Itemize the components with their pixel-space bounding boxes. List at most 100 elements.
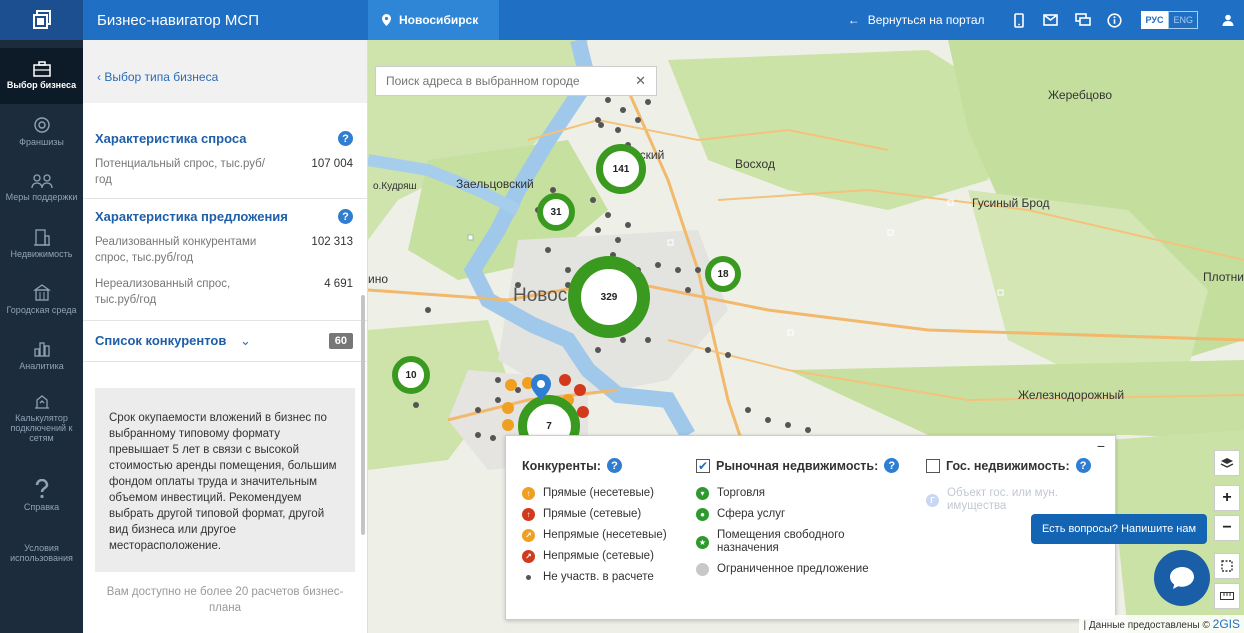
layers-button[interactable] xyxy=(1214,450,1240,476)
nav-business-choice[interactable]: Выбор бизнеса xyxy=(0,48,83,104)
chat-prompt[interactable]: Есть вопросы? Напишите нам xyxy=(1031,514,1207,544)
chat-open-button[interactable] xyxy=(1154,550,1210,606)
ruler-icon xyxy=(1220,592,1234,600)
calculation-limit-note: Вам доступно не более 20 расчетов бизнес… xyxy=(106,586,344,614)
legend-minimize-icon[interactable]: − xyxy=(1097,438,1105,454)
gov-object-icon: Г xyxy=(926,493,939,507)
layers-icon xyxy=(1220,458,1234,468)
competitor-indirect-chain-icon: ↗ xyxy=(522,550,535,563)
map-cluster[interactable]: 31 xyxy=(537,193,575,231)
market-estate-checkbox[interactable]: ✔ xyxy=(696,458,710,473)
mail-icon[interactable] xyxy=(1035,0,1067,40)
briefcase-icon xyxy=(32,61,51,77)
legend-item: ● Сфера услуг xyxy=(696,508,899,521)
chat-icon[interactable] xyxy=(1067,0,1099,40)
language-switch: РУС ENG xyxy=(1140,11,1198,29)
legend-item: Ограниченное предложение xyxy=(696,563,899,576)
area-select-button[interactable] xyxy=(1214,553,1240,579)
user-icon[interactable] xyxy=(1212,0,1244,40)
franchise-icon xyxy=(33,117,50,133)
location-marker-icon xyxy=(531,374,551,400)
nav-terms[interactable]: Условия использования xyxy=(0,524,83,564)
area-select-icon xyxy=(1221,560,1233,572)
legend-item: ↗ Непрямые (несетевые) xyxy=(522,529,667,542)
map-cluster[interactable]: 18 xyxy=(705,256,741,292)
city-icon xyxy=(32,284,51,301)
nav-real-estate[interactable]: Недвижимость xyxy=(0,216,83,272)
nav-network-calculator[interactable]: Калькулятор подключений к сетям xyxy=(0,384,83,454)
competitor-indirect-icon: ↗ xyxy=(522,529,535,542)
lang-ru-button[interactable]: РУС xyxy=(1140,11,1169,29)
place-label: о.Кудряш xyxy=(373,181,417,192)
map-legend: − Конкуренты:? ↑ Прямые (несетевые) ↑ Прям… xyxy=(505,435,1116,620)
place-label: Восход xyxy=(735,157,775,171)
panel-scrollbar[interactable] xyxy=(361,295,365,535)
legend-item: Г Объект гос. или мун. имущества xyxy=(926,487,1091,513)
help-icon[interactable]: ? xyxy=(1075,458,1091,473)
nav-support[interactable]: Меры поддержки xyxy=(0,160,83,216)
place-label: Заельцовский xyxy=(456,177,534,191)
lang-en-button[interactable]: ENG xyxy=(1168,11,1198,29)
nav-help[interactable]: Справка xyxy=(0,468,83,524)
clear-search-icon[interactable]: ✕ xyxy=(635,73,646,89)
app-logo[interactable] xyxy=(0,0,83,40)
legend-competitors: Конкуренты:? ↑ Прямые (несетевые) ↑ Прямые… xyxy=(522,458,667,583)
chevron-down-icon: ⌄ xyxy=(240,333,251,348)
help-icon[interactable]: ? xyxy=(338,131,353,146)
layers-logo-icon xyxy=(32,10,51,29)
competitors-list-toggle[interactable]: Список конкурентов ⌄ 60 xyxy=(83,333,367,349)
map-cluster[interactable]: 141 xyxy=(596,144,646,194)
back-to-portal-link[interactable]: ← Вернуться на портал xyxy=(848,13,1003,27)
nav-analytics[interactable]: Аналитика xyxy=(0,328,83,384)
legend-item: ↗ Непрямые (сетевые) xyxy=(522,550,667,563)
legend-item: ↑ Прямые (несетевые) xyxy=(522,487,667,500)
star-icon: ★ xyxy=(696,535,709,549)
map-view[interactable]: нский Восход Жеребцово о.Кудряш Заельцов… xyxy=(368,40,1244,633)
mobile-icon[interactable] xyxy=(1003,0,1035,40)
2gis-link[interactable]: 2GIS xyxy=(1213,617,1240,631)
legend-item: ↑ Прямые (сетевые) xyxy=(522,508,667,521)
unrealized-demand-row: Нереализованный спрос, тыс.руб/год 4 691 xyxy=(95,278,353,306)
legend-market: ✔ Рыночная недвижимость:? ▾ Торговля ● Сфер… xyxy=(696,458,900,584)
demand-section-title: Характеристика спроса ? xyxy=(83,131,367,146)
city-selector[interactable]: Новосибирск xyxy=(368,0,499,40)
building-icon xyxy=(33,229,50,246)
limited-offer-icon xyxy=(696,563,709,576)
map-cluster[interactable]: 10 xyxy=(392,356,430,394)
gov-estate-checkbox[interactable] xyxy=(926,458,940,473)
info-icon[interactable] xyxy=(1099,0,1131,40)
support-icon xyxy=(30,174,53,189)
arrow-left-icon: ← xyxy=(847,13,860,27)
place-label: Гусиный Брод xyxy=(972,196,1050,210)
chat-bubble-icon xyxy=(1170,567,1194,589)
app-title: Бизнес-навигатор МСП xyxy=(97,11,260,29)
competitor-direct-chain-icon: ↑ xyxy=(522,508,535,521)
payback-warning: Срок окупаемости вложений в бизнес по вы… xyxy=(95,388,355,572)
help-icon[interactable]: ? xyxy=(338,209,353,224)
left-nav: Выбор бизнеса Франшизы Меры поддержки Не… xyxy=(0,40,83,633)
calculator-icon xyxy=(34,395,49,409)
back-to-business-type-link[interactable]: ‹ Выбор типа бизнеса xyxy=(97,70,218,84)
competitors-count-badge: 60 xyxy=(328,333,353,349)
ruler-button[interactable] xyxy=(1214,583,1240,609)
business-panel: ‹ Выбор типа бизнеса Характеристика спро… xyxy=(83,40,368,633)
address-search: ✕ xyxy=(375,66,657,96)
help-icon[interactable]: ? xyxy=(606,458,622,473)
help-icon[interactable]: ? xyxy=(884,458,900,473)
location-pin-icon xyxy=(382,14,391,26)
nav-franchises[interactable]: Франшизы xyxy=(0,104,83,160)
zoom-out-button[interactable]: − xyxy=(1214,515,1240,541)
supply-section-title: Характеристика предложения ? xyxy=(83,209,367,224)
chart-icon xyxy=(33,342,50,357)
potential-demand-row: Потенциальный спрос, тыс.руб/год 107 004 xyxy=(95,158,353,186)
cart-icon: ▾ xyxy=(696,487,709,500)
question-icon xyxy=(35,479,48,499)
city-name: Новосибирск xyxy=(399,13,479,27)
map-cluster[interactable]: 329 xyxy=(568,256,650,338)
nav-city-environment[interactable]: Городская среда xyxy=(0,272,83,328)
zoom-in-button[interactable]: + xyxy=(1214,485,1240,511)
person-icon: ● xyxy=(696,508,709,521)
back-to-portal-label: Вернуться на портал xyxy=(867,13,985,27)
address-search-input[interactable] xyxy=(386,74,636,88)
legend-item: ▾ Торговля xyxy=(696,487,899,500)
